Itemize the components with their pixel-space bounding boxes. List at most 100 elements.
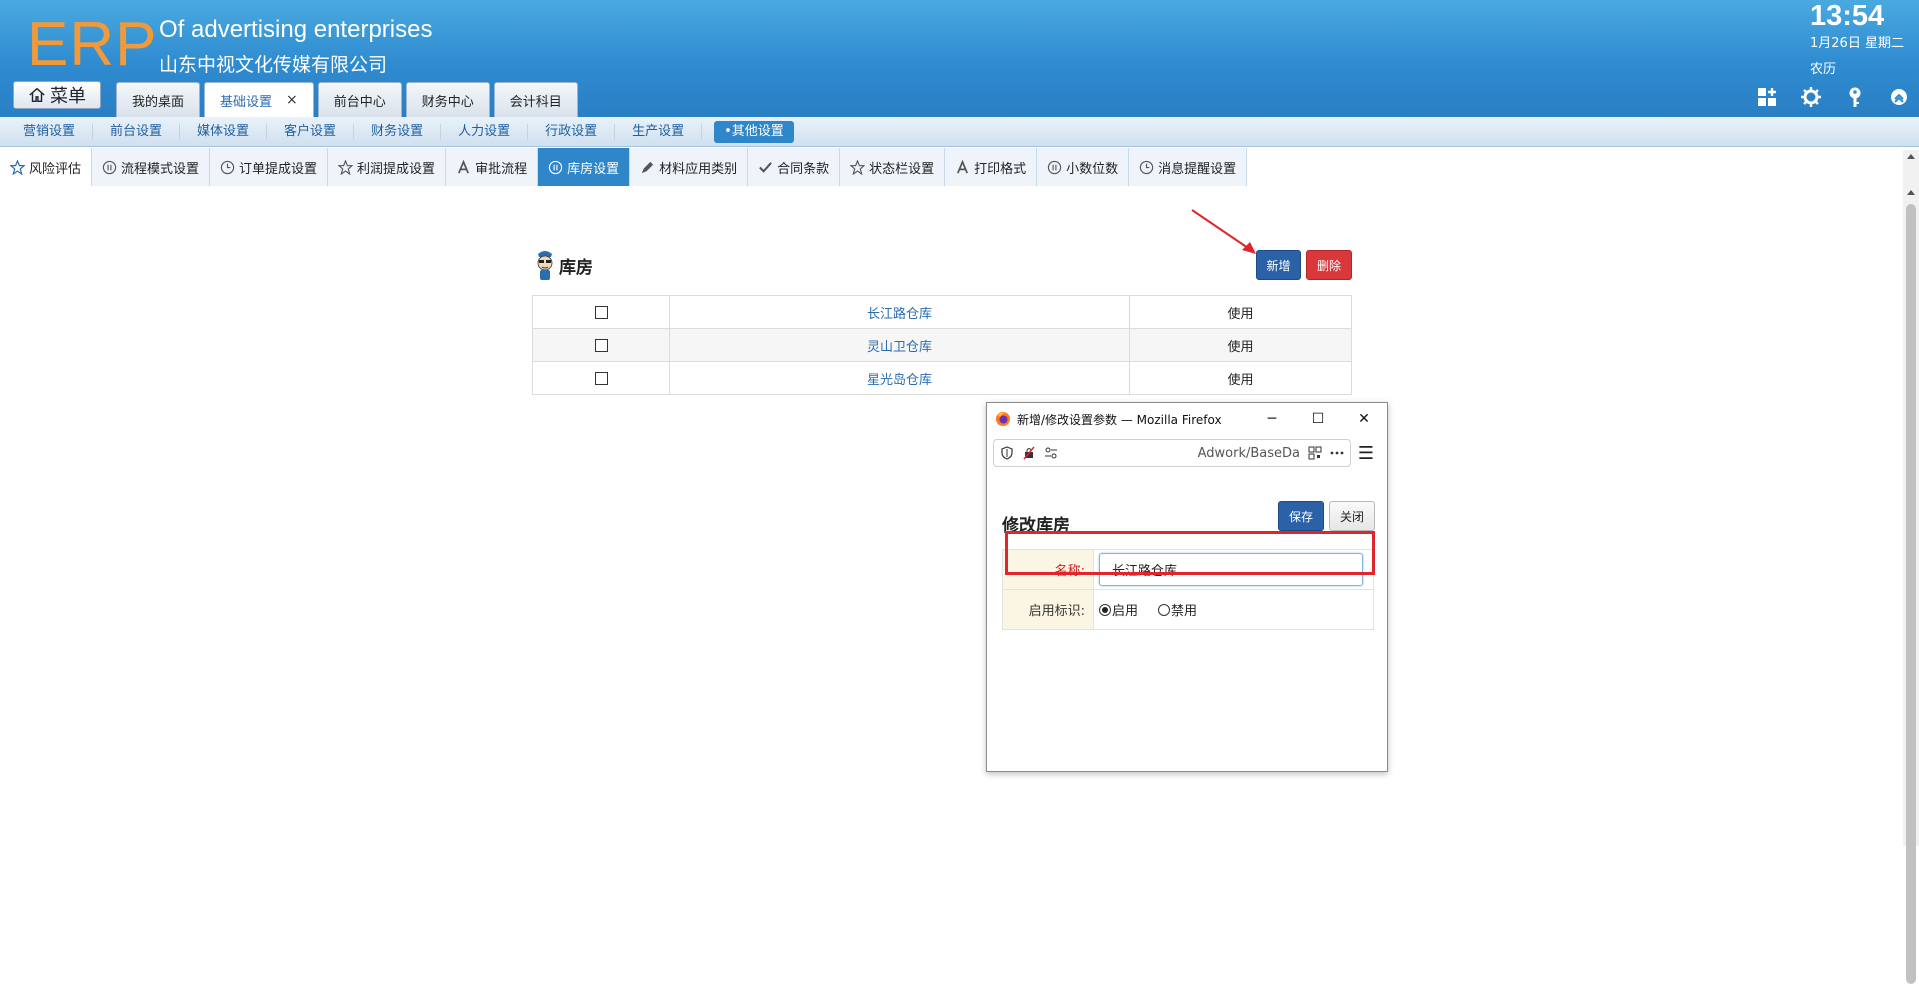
app-header: ERP Of advertising enterprises 山东中视文化传媒有… [0, 0, 1919, 117]
collapse-up-icon[interactable] [1888, 86, 1910, 108]
table-row[interactable]: 灵山卫仓库 使用 [532, 328, 1352, 362]
annotation-arrow-icon [1191, 209, 1256, 254]
hamburger-menu-icon[interactable]: ☰ [1351, 443, 1381, 464]
tab-print-format[interactable]: 打印格式 [945, 148, 1038, 186]
minimize-icon[interactable]: ─ [1249, 411, 1295, 427]
mascot-icon [537, 251, 553, 280]
warehouse-status: 使用 [1129, 361, 1352, 395]
close-button[interactable]: 关闭 [1329, 501, 1375, 531]
radio-dot[interactable] [1099, 603, 1111, 616]
brand-company-name: 山东中视文化传媒有限公司 [159, 54, 388, 76]
tab-profit-commission[interactable]: 利润提成设置 [328, 148, 447, 186]
tab-label: 状态栏设置 [869, 161, 935, 177]
radio-dot[interactable] [1158, 603, 1171, 616]
close-window-icon[interactable]: ✕ [1341, 411, 1387, 427]
form-row-status: 启用标识: 启用 禁用 [1002, 589, 1374, 630]
popup-urlbar: Adwork/BaseDa ☰ [993, 439, 1381, 467]
subnav-item[interactable]: 营销设置 [6, 123, 94, 140]
tab-label: 合同条款 [777, 161, 830, 177]
qr-code-icon[interactable] [1308, 446, 1322, 460]
tab-finance-center[interactable]: 财务中心 [405, 82, 490, 117]
check-icon [759, 161, 773, 173]
table-row[interactable]: 长江路仓库 使用 [532, 295, 1352, 329]
tab-warehouse-settings[interactable]: 库房设置 [538, 148, 631, 186]
save-button[interactable]: 保存 [1278, 501, 1324, 531]
warehouse-name-link[interactable]: 星光岛仓库 [669, 361, 1130, 395]
warehouse-name-link[interactable]: 灵山卫仓库 [669, 328, 1130, 362]
scroll-up-arrow-icon[interactable] [1907, 190, 1915, 195]
tab-label: 前台中心 [333, 94, 386, 110]
tab-message-reminder[interactable]: 消息提醒设置 [1129, 148, 1248, 186]
tab-decimal-places[interactable]: 小数位数 [1037, 148, 1130, 186]
settings-subnav: 营销设置 前台设置 媒体设置 客户设置 财务设置 人力设置 行政设置 生产设置 … [0, 117, 1919, 147]
maximize-icon[interactable]: ☐ [1295, 411, 1341, 427]
tab-contract-terms[interactable]: 合同条款 [748, 148, 841, 186]
main-menu-button[interactable]: 菜单 [13, 81, 101, 109]
tab-status-bar[interactable]: 状态栏设置 [840, 148, 946, 186]
radio-enabled[interactable]: 启用 [1099, 600, 1138, 619]
subnav-item[interactable]: 前台设置 [93, 123, 181, 140]
tab-basic-settings[interactable]: 基础设置 × [204, 82, 314, 117]
tab-my-desktop[interactable]: 我的桌面 [116, 82, 201, 117]
permissions-icon [1045, 447, 1057, 459]
star-icon [850, 159, 866, 175]
brand-english: Of advertising enterprises [159, 16, 433, 43]
panel-title-text: 库房 [559, 257, 593, 278]
header-toolbar [1756, 86, 1910, 108]
row-checkbox[interactable] [594, 371, 608, 385]
letter-a-icon [458, 159, 470, 173]
tab-label: 小数位数 [1066, 161, 1119, 177]
add-widget-icon[interactable] [1756, 86, 1778, 108]
popup-titlebar[interactable]: 新增/修改设置参数 — Mozilla Firefox ─ ☐ ✕ [987, 403, 1387, 435]
clock-icon [1140, 160, 1154, 174]
subnav-item[interactable]: 生产设置 [615, 123, 703, 140]
tab-label: 消息提醒设置 [1158, 161, 1237, 177]
settings-tab-bar: 风险评估 流程模式设置 订单提成设置 利润提成设置 审批流程 库房设置 材料应用… [0, 148, 1248, 186]
key-icon[interactable] [1844, 86, 1866, 108]
tab-label: 材料应用类别 [659, 161, 738, 177]
tab-front-center[interactable]: 前台中心 [317, 82, 402, 117]
row-checkbox[interactable] [594, 305, 608, 319]
home-icon [29, 87, 45, 103]
subnav-item[interactable]: 媒体设置 [180, 123, 268, 140]
add-button[interactable]: 新增 [1256, 250, 1301, 280]
warehouse-status: 使用 [1129, 328, 1352, 362]
tab-label: 利润提成设置 [357, 161, 436, 177]
table-row[interactable]: 星光岛仓库 使用 [532, 361, 1352, 395]
more-options-icon[interactable] [1330, 446, 1344, 460]
tab-approval-flow[interactable]: 审批流程 [446, 148, 539, 186]
clock-date: 1月26日 星期二 [1810, 36, 1904, 51]
page-scrollbar[interactable] [1903, 150, 1919, 984]
tab-risk-assessment[interactable]: 风险评估 [0, 148, 93, 186]
row-checkbox-cell [532, 295, 670, 329]
tab-close-icon[interactable]: × [286, 92, 298, 108]
row-checkbox-cell [532, 328, 670, 362]
subnav-item[interactable]: 人力设置 [441, 123, 529, 140]
enabled-radio-group: 启用 禁用 [1094, 600, 1373, 619]
clock-time: 13:54 [1810, 0, 1885, 32]
scroll-up-arrow-icon[interactable] [1907, 154, 1915, 159]
insecure-lock-icon [1023, 446, 1035, 460]
delete-button[interactable]: 删除 [1306, 250, 1352, 280]
row-checkbox[interactable] [594, 338, 608, 352]
tab-process-mode[interactable]: 流程模式设置 [92, 148, 211, 186]
url-text: Adwork/BaseDa [1197, 445, 1300, 461]
tab-accounting-subjects[interactable]: 会计科目 [493, 82, 578, 117]
subnav-item[interactable]: 财务设置 [354, 123, 442, 140]
warehouse-table: 长江路仓库 使用 灵山卫仓库 使用 星光岛仓库 使用 [532, 295, 1352, 395]
subnav-item[interactable]: 客户设置 [267, 123, 355, 140]
subnav-item-other-settings[interactable]: •其他设置 [714, 120, 794, 143]
tab-material-category[interactable]: 材料应用类别 [630, 148, 749, 186]
tab-label: 订单提成设置 [239, 161, 318, 177]
gear-icon[interactable] [1800, 86, 1822, 108]
warehouse-name-link[interactable]: 长江路仓库 [669, 295, 1130, 329]
radio-label: 禁用 [1171, 604, 1198, 619]
url-field[interactable]: Adwork/BaseDa [993, 439, 1351, 467]
tab-order-commission[interactable]: 订单提成设置 [210, 148, 329, 186]
tab-label: 财务中心 [421, 94, 474, 110]
lunar-calendar-label[interactable]: 农历 [1810, 58, 1836, 77]
scrollbar-thumb[interactable] [1906, 204, 1916, 984]
subnav-item[interactable]: 行政设置 [528, 123, 616, 140]
radio-disabled[interactable]: 禁用 [1158, 600, 1197, 619]
tab-label: 打印格式 [974, 161, 1027, 177]
